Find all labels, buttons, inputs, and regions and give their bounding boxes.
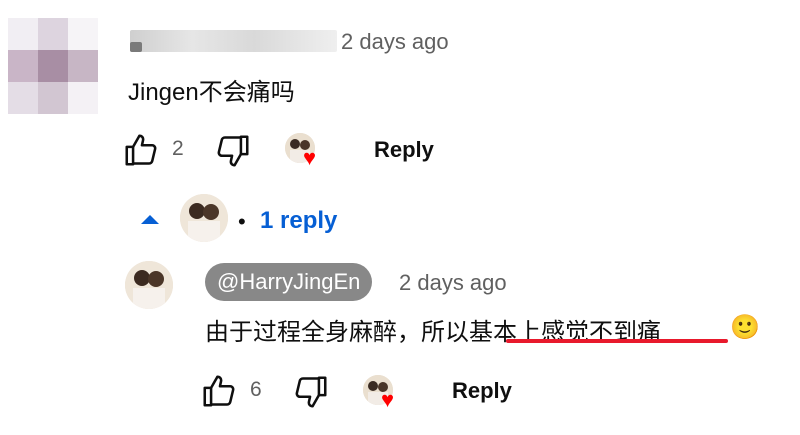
reply-like-count: 6	[250, 378, 262, 401]
reply-like-button[interactable]	[200, 372, 238, 410]
like-count: 2	[172, 137, 184, 160]
heart-icon: ♥	[303, 145, 317, 170]
reply-text-plain: 由于过程全身麻醉，所以	[205, 319, 469, 346]
replier-avatar-preview	[180, 194, 228, 242]
red-underline-annotation	[506, 339, 728, 343]
reply-author-avatar[interactable]	[125, 261, 173, 309]
dislike-icon	[217, 135, 249, 167]
dislike-icon	[295, 376, 327, 408]
reply-reply-button[interactable]: Reply	[452, 378, 512, 404]
like-button[interactable]	[122, 131, 160, 169]
smile-emoji: 🙂	[730, 314, 760, 341]
comment-text: Jingen不会痛吗	[128, 79, 295, 106]
bullet-separator: •	[238, 209, 246, 234]
dislike-button[interactable]	[214, 132, 252, 170]
commenter-avatar[interactable]	[8, 18, 98, 114]
reply-dislike-button[interactable]	[292, 373, 330, 411]
collapse-replies-button[interactable]	[139, 212, 161, 226]
comment-timestamp[interactable]: 2 days ago	[341, 29, 449, 55]
reply-creator-heart[interactable]: ♥	[363, 375, 407, 415]
replies-toggle[interactable]: 1 reply	[260, 207, 337, 235]
like-icon	[203, 375, 235, 407]
reply-timestamp[interactable]: 2 days ago	[399, 270, 507, 296]
reply-author-chip[interactable]: @HarryJingEn	[205, 263, 373, 301]
like-icon	[125, 134, 157, 166]
caret-up-icon	[141, 215, 159, 224]
heart-icon: ♥	[381, 387, 395, 412]
reply-button[interactable]: Reply	[374, 137, 434, 163]
commenter-name-redacted[interactable]	[130, 30, 337, 52]
creator-heart[interactable]: ♥	[285, 133, 329, 173]
